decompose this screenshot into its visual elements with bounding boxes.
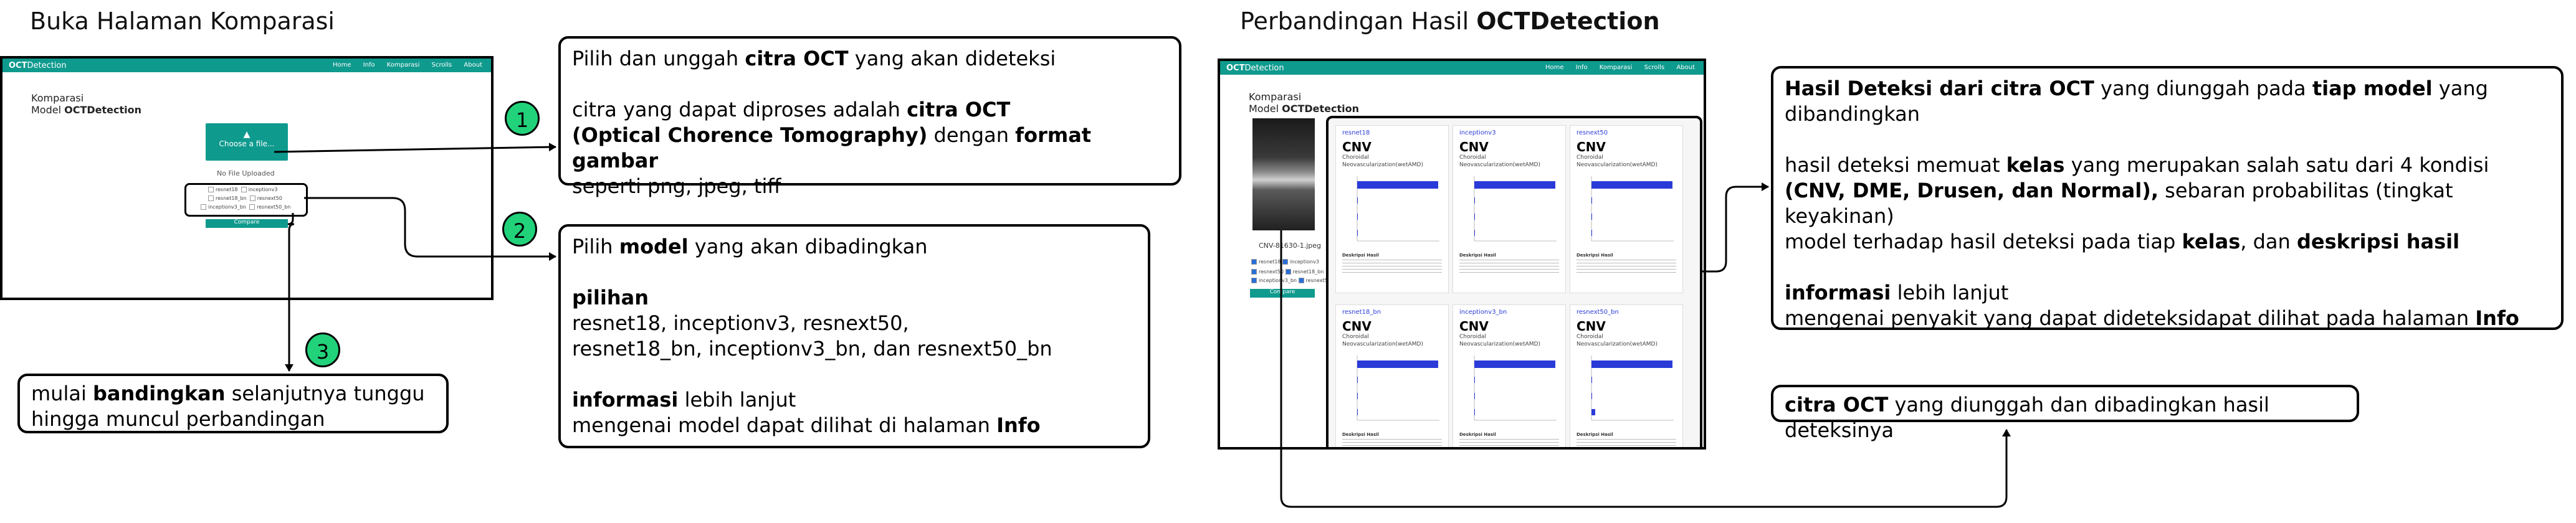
arrow-3: [285, 213, 295, 372]
arrow-5: [1280, 230, 2011, 508]
arrow-1: [274, 143, 556, 153]
arrow-2: [304, 197, 556, 261]
connector-lines: [274, 143, 2011, 508]
arrow-4: [1700, 182, 1769, 273]
